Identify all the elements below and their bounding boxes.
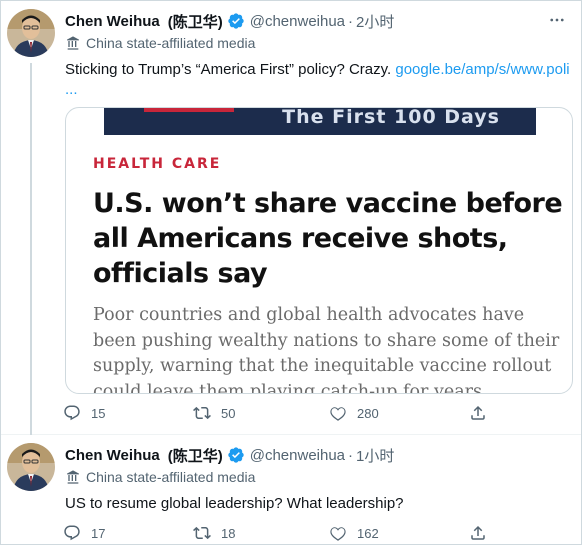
separator: · xyxy=(348,12,354,30)
tweet-link-more[interactable]: ... xyxy=(65,81,78,98)
separator: · xyxy=(348,446,354,464)
reply-icon xyxy=(64,405,80,421)
timestamp[interactable]: 1小时 xyxy=(356,445,394,466)
share-button[interactable] xyxy=(469,524,487,542)
tweet-text: US to resume global leadership? What lea… xyxy=(65,495,404,512)
card-kicker: HEALTH CARE xyxy=(93,156,222,172)
like-button[interactable]: 162 xyxy=(329,524,379,542)
avatar[interactable] xyxy=(7,443,55,491)
avatar[interactable] xyxy=(7,9,55,57)
tweet-actions: 17 18 162 xyxy=(63,523,493,543)
card-headline: U.S. won’t share vaccine before all Amer… xyxy=(93,188,563,289)
reply-count: 15 xyxy=(91,405,106,421)
author-name-cn[interactable]: (陈卫华) xyxy=(168,11,223,32)
like-icon xyxy=(330,527,346,541)
tweet-header: Chen Weihua (陈卫华) @chenweihua · 2小时 xyxy=(65,11,394,31)
tweet-link[interactable]: google.be/amp/s/www.poli xyxy=(395,61,569,78)
retweet-button[interactable]: 50 xyxy=(193,404,235,422)
tweet-header: Chen Weihua (陈卫华) @chenweihua · 1小时 xyxy=(65,445,394,465)
share-button[interactable] xyxy=(469,404,487,422)
verified-badge-icon xyxy=(227,12,245,30)
like-button[interactable]: 280 xyxy=(329,404,379,422)
share-icon xyxy=(471,405,485,420)
tweet-text: Sticking to Trump’s “America First” poli… xyxy=(65,60,577,100)
tweet[interactable]: Chen Weihua (陈卫华) @chenweihua · 2小时 Chin… xyxy=(1,1,581,435)
author-name[interactable]: Chen Weihua xyxy=(65,447,160,464)
retweet-count: 18 xyxy=(221,525,236,541)
link-card[interactable]: The First 100 Days HEALTH CARE U.S. won’… xyxy=(65,107,573,394)
author-name-cn[interactable]: (陈卫华) xyxy=(168,445,223,466)
more-icon[interactable] xyxy=(547,10,567,30)
reply-button[interactable]: 17 xyxy=(63,524,105,542)
reply-count: 17 xyxy=(91,525,106,541)
card-banner: The First 100 Days xyxy=(104,108,536,135)
affiliation-text: China state-affiliated media xyxy=(86,469,256,485)
flag-icon xyxy=(67,36,79,50)
retweet-count: 50 xyxy=(221,405,236,421)
tweet-actions: 15 50 280 xyxy=(63,403,493,423)
author-handle[interactable]: @chenweihua xyxy=(250,447,345,464)
thread-line xyxy=(30,63,32,435)
timestamp[interactable]: 2小时 xyxy=(356,11,394,32)
flag-icon xyxy=(67,470,79,484)
affiliation-label[interactable]: China state-affiliated media xyxy=(65,35,255,51)
timeline-frame: Chen Weihua (陈卫华) @chenweihua · 2小时 Chin… xyxy=(0,0,582,545)
like-icon xyxy=(330,407,346,421)
retweet-icon xyxy=(193,526,211,540)
like-count: 280 xyxy=(357,405,379,421)
card-summary: Poor countries and global health advocat… xyxy=(93,305,560,394)
like-count: 162 xyxy=(357,525,379,541)
tweet[interactable]: Chen Weihua (陈卫华) @chenweihua · 1小时 Chin… xyxy=(1,435,581,545)
retweet-icon xyxy=(193,406,211,420)
affiliation-text: China state-affiliated media xyxy=(86,35,256,51)
author-handle[interactable]: @chenweihua xyxy=(250,13,345,30)
reply-button[interactable]: 15 xyxy=(63,404,105,422)
retweet-button[interactable]: 18 xyxy=(193,524,235,542)
author-name[interactable]: Chen Weihua xyxy=(65,13,160,30)
affiliation-label[interactable]: China state-affiliated media xyxy=(65,469,255,485)
reply-icon xyxy=(64,525,80,541)
verified-badge-icon xyxy=(227,446,245,464)
card-banner-text: The First 100 Days xyxy=(282,108,500,128)
share-icon xyxy=(471,525,485,540)
tweet-text-body: Sticking to Trump’s “America First” poli… xyxy=(65,61,396,78)
banner-accent xyxy=(144,108,234,112)
